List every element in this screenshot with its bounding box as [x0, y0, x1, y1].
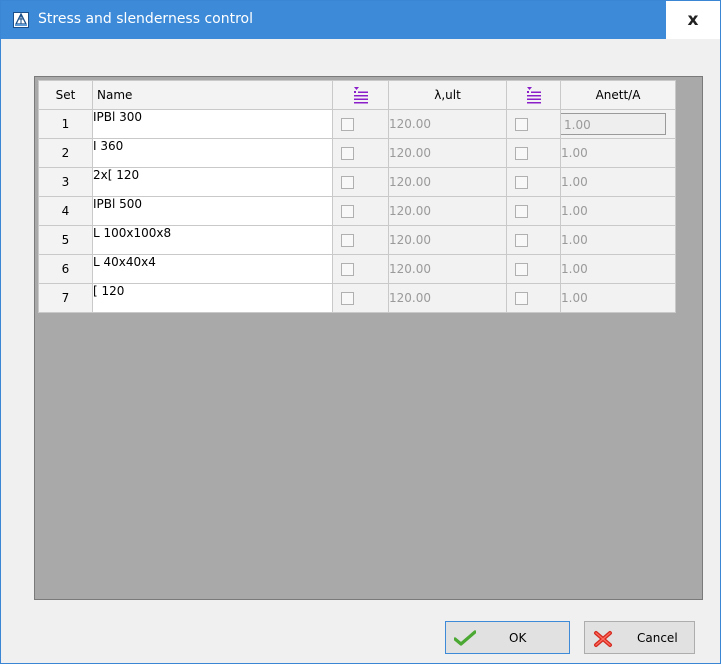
section-name[interactable]: 2x[ 120 [92, 167, 333, 197]
anett-value[interactable]: 1.00 [560, 225, 676, 255]
anett-value[interactable]: 1.00 [560, 283, 676, 313]
lambda-value[interactable]: 120.00 [388, 196, 507, 226]
set-number: 2 [38, 138, 93, 168]
anett-value[interactable]: 1.00 [561, 113, 666, 135]
red-x-icon [594, 631, 612, 647]
lambda-value[interactable]: 120.00 [388, 109, 507, 139]
lambda-checkbox-cell[interactable] [332, 254, 389, 284]
anett-checkbox-cell[interactable] [506, 254, 561, 284]
lambda-checkbox-cell[interactable] [332, 167, 389, 197]
cancel-button-label: Cancel [637, 630, 678, 645]
anett-checkbox[interactable] [515, 205, 528, 218]
lambda-value[interactable]: 120.00 [388, 138, 507, 168]
anett-checkbox[interactable] [515, 118, 528, 131]
table-row[interactable]: 6 L 40x40x4 120.00 1.00 [38, 254, 676, 284]
anett-checkbox[interactable] [515, 176, 528, 189]
table-row[interactable]: 7 [ 120 120.00 1.00 [38, 283, 676, 313]
section-name[interactable]: I 360 [92, 138, 333, 168]
close-button[interactable]: x [666, 1, 720, 39]
section-name[interactable]: L 100x100x8 [92, 225, 333, 255]
anett-value[interactable]: 1.00 [560, 196, 676, 226]
dialog-window: Stress and slenderness control x Set Nam… [0, 0, 721, 664]
set-number: 6 [38, 254, 93, 284]
anett-checkbox[interactable] [515, 147, 528, 160]
set-number: 4 [38, 196, 93, 226]
col-header-anett[interactable]: Anett/A [560, 80, 676, 110]
app-structure-icon [13, 12, 29, 28]
col-header-set[interactable]: Set [38, 80, 93, 110]
set-number: 3 [38, 167, 93, 197]
col-header-lambda[interactable]: λ,ult [388, 80, 507, 110]
cancel-button[interactable]: Cancel [584, 621, 695, 654]
lambda-checkbox-cell[interactable] [332, 109, 389, 139]
anett-checkbox-cell[interactable] [506, 167, 561, 197]
anett-value[interactable]: 1.00 [560, 254, 676, 284]
table-row[interactable]: 1 IPBl 300 120.00 1.00 [38, 109, 676, 139]
set-number: 7 [38, 283, 93, 313]
lambda-checkbox[interactable] [341, 205, 354, 218]
set-number: 1 [38, 109, 93, 139]
window-title: Stress and slenderness control [38, 11, 253, 27]
sections-grid: Set Name λ,ult Anett/A 1 IPBl 300 120.00… [34, 76, 703, 600]
table-header-row: Set Name λ,ult Anett/A [38, 80, 676, 110]
multi-select-lines-icon[interactable] [526, 86, 542, 104]
anett-checkbox-cell[interactable] [506, 283, 561, 313]
anett-value[interactable]: 1.00 [560, 167, 676, 197]
table-row[interactable]: 3 2x[ 120 120.00 1.00 [38, 167, 676, 197]
lambda-checkbox[interactable] [341, 263, 354, 276]
lambda-checkbox-cell[interactable] [332, 196, 389, 226]
col-header-lambda-toggle[interactable] [332, 80, 389, 110]
table-row[interactable]: 4 IPBl 500 120.00 1.00 [38, 196, 676, 226]
sections-table: Set Name λ,ult Anett/A 1 IPBl 300 120.00… [38, 80, 676, 313]
table-row[interactable]: 2 I 360 120.00 1.00 [38, 138, 676, 168]
section-name[interactable]: IPBl 500 [92, 196, 333, 226]
anett-checkbox[interactable] [515, 292, 528, 305]
anett-checkbox-cell[interactable] [506, 138, 561, 168]
lambda-checkbox[interactable] [341, 234, 354, 247]
col-header-name[interactable]: Name [92, 80, 333, 110]
title-bar-fill: Stress and slenderness control [1, 1, 666, 39]
ok-button-label: OK [509, 630, 527, 645]
lambda-value[interactable]: 120.00 [388, 283, 507, 313]
lambda-value[interactable]: 120.00 [388, 254, 507, 284]
anett-value[interactable]: 1.00 [560, 138, 676, 168]
green-check-icon [454, 630, 476, 646]
lambda-checkbox[interactable] [341, 292, 354, 305]
section-name[interactable]: IPBl 300 [92, 109, 333, 139]
multi-select-lines-icon[interactable] [353, 86, 369, 104]
lambda-checkbox[interactable] [341, 147, 354, 160]
table-row[interactable]: 5 L 100x100x8 120.00 1.00 [38, 225, 676, 255]
anett-checkbox-cell[interactable] [506, 225, 561, 255]
anett-checkbox-cell[interactable] [506, 196, 561, 226]
anett-value-cell[interactable]: 1.00 [560, 109, 676, 139]
lambda-checkbox-cell[interactable] [332, 138, 389, 168]
section-name[interactable]: L 40x40x4 [92, 254, 333, 284]
anett-checkbox[interactable] [515, 234, 528, 247]
anett-checkbox-cell[interactable] [506, 109, 561, 139]
lambda-value[interactable]: 120.00 [388, 225, 507, 255]
dialog-body: Set Name λ,ult Anett/A 1 IPBl 300 120.00… [10, 40, 720, 663]
lambda-checkbox[interactable] [341, 176, 354, 189]
col-header-anett-toggle[interactable] [506, 80, 561, 110]
anett-checkbox[interactable] [515, 263, 528, 276]
title-bar[interactable]: Stress and slenderness control x [1, 1, 720, 39]
lambda-checkbox-cell[interactable] [332, 225, 389, 255]
set-number: 5 [38, 225, 93, 255]
section-name[interactable]: [ 120 [92, 283, 333, 313]
lambda-checkbox[interactable] [341, 118, 354, 131]
ok-button[interactable]: OK [445, 621, 570, 654]
lambda-checkbox-cell[interactable] [332, 283, 389, 313]
lambda-value[interactable]: 120.00 [388, 167, 507, 197]
